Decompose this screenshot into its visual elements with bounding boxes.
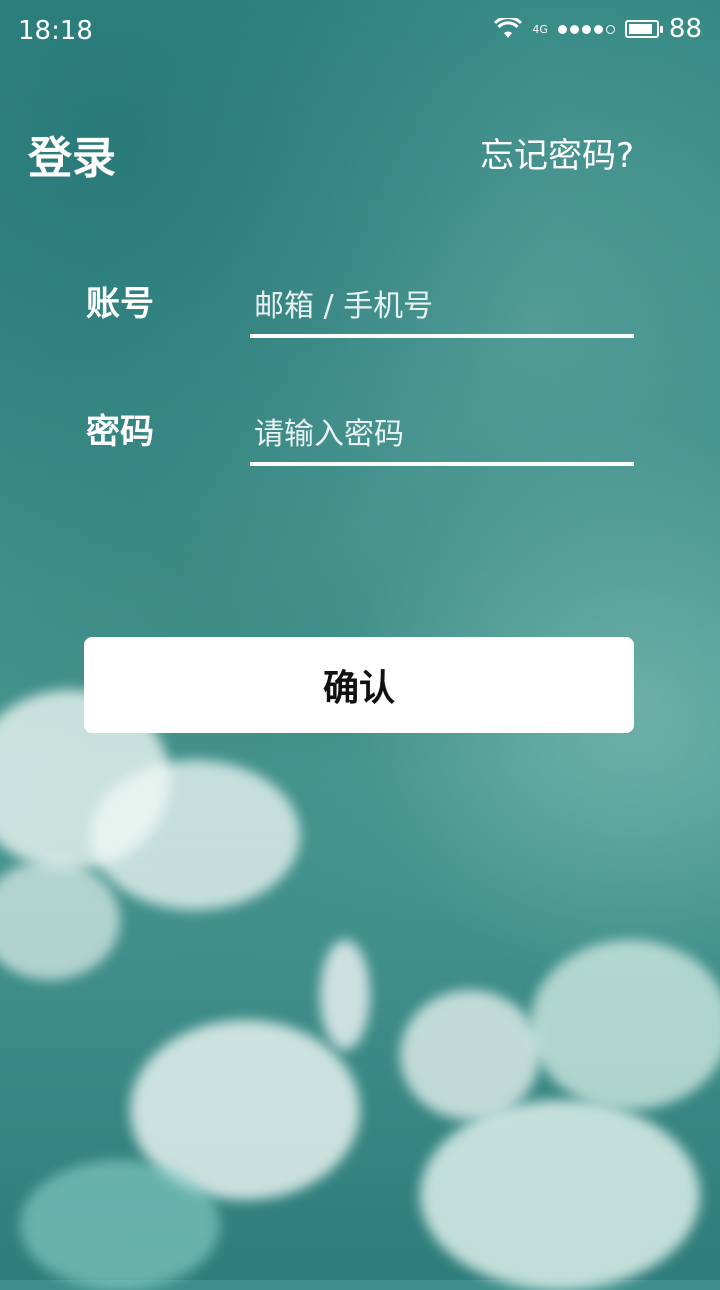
- forgot-password-link[interactable]: 忘记密码?: [480, 128, 634, 177]
- flower-decoration: [530, 940, 720, 1110]
- signal-strength-icon: [557, 24, 615, 34]
- account-label: 账号: [86, 284, 154, 324]
- battery-icon: [624, 20, 663, 38]
- flower-decoration: [0, 860, 120, 980]
- flower-decoration: [20, 1160, 220, 1290]
- status-icons: 4G 88: [494, 14, 702, 44]
- confirm-button[interactable]: 确认: [84, 637, 634, 733]
- password-input[interactable]: [250, 406, 634, 466]
- password-label: 密码: [86, 412, 154, 452]
- wifi-icon: [494, 18, 523, 38]
- flower-decoration: [90, 760, 300, 910]
- status-time: 18:18: [18, 16, 93, 46]
- flower-decoration: [320, 940, 370, 1050]
- flower-decoration: [420, 1100, 700, 1290]
- page-title: 登录: [28, 133, 116, 184]
- account-input[interactable]: [250, 278, 634, 338]
- network-type-label: 4G: [532, 22, 548, 36]
- flower-decoration: [400, 990, 540, 1120]
- battery-level: 88: [668, 14, 702, 44]
- status-bar: 18:18 4G 88: [0, 0, 720, 64]
